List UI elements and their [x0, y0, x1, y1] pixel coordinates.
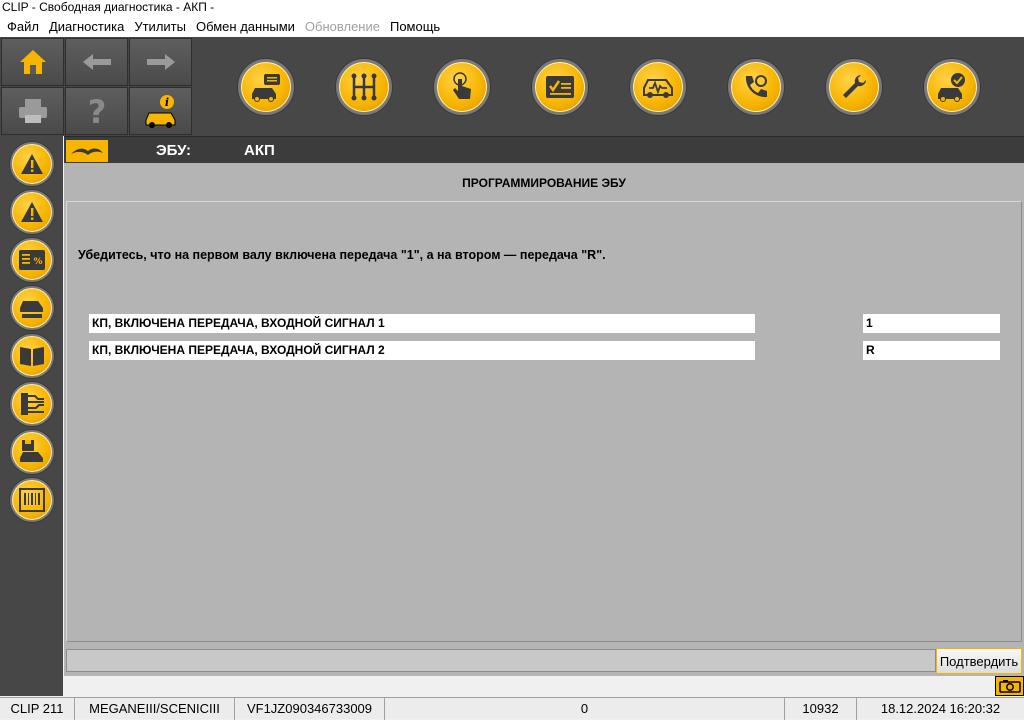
message-line — [66, 649, 936, 672]
sidebar-save-vehicle-button[interactable] — [10, 430, 54, 474]
touch-test-icon — [453, 72, 471, 99]
sidebar-wiring-button[interactable] — [10, 382, 54, 426]
checklist-button[interactable] — [532, 59, 588, 115]
help-button[interactable]: ? — [65, 87, 128, 135]
sidebar-barcode-button[interactable] — [10, 478, 54, 522]
back-arrow-icon — [82, 54, 111, 70]
sidebar-faults-2-button[interactable] — [10, 190, 54, 234]
vehicle-info-icon: i — [145, 95, 175, 128]
renault-logo-icon — [66, 140, 108, 162]
svg-text:%: % — [33, 257, 42, 267]
documentation-book-icon — [20, 347, 44, 366]
ecu-bar: ЭБУ: АКП — [64, 136, 1024, 163]
parameter-label: КП, ВКЛЮЧЕНА ПЕРЕДАЧА, ВХОДНОЙ СИГНАЛ 1 — [89, 314, 755, 333]
help-question-icon: ? — [87, 95, 106, 127]
menu-help[interactable]: Помощь — [385, 18, 445, 36]
menu-update: Обновление — [304, 19, 380, 34]
status-counter: 0 — [385, 698, 785, 720]
phone-support-button[interactable] — [728, 59, 784, 115]
instruction-text: Убедитесь, что на первом валу включена п… — [78, 248, 606, 262]
touch-test-button[interactable] — [434, 59, 490, 115]
menu-bar: Файл Диагностика Утилиты Обмен данными О… — [0, 17, 1024, 37]
status-code: 10932 — [785, 698, 857, 720]
parameter-value: 1 — [863, 314, 1000, 333]
left-sidebar: % — [0, 136, 63, 696]
gearbox-icon — [351, 73, 377, 101]
checklist-icon — [546, 76, 574, 98]
printer-icon — [18, 99, 47, 123]
status-bar: CLIP 211 MEGANEIII/SCENICIII VF1JZ090346… — [0, 697, 1024, 720]
vehicle-diagnostic-button[interactable] — [630, 59, 686, 115]
vehicle-diagnostic-icon — [643, 79, 673, 98]
section-title: ПРОГРАММИРОВАНИЕ ЭБУ — [462, 176, 626, 190]
confirm-button[interactable]: Подтвердить — [936, 648, 1022, 674]
vehicle-states-icon — [20, 301, 43, 318]
menu-diagnostics[interactable]: Диагностика — [44, 18, 129, 36]
status-datetime: 18.12.2024 16:20:32 — [880, 701, 1001, 716]
content-panel: Убедитесь, что на первом валу включена п… — [66, 201, 1022, 642]
save-vehicle-icon — [20, 440, 43, 462]
svg-text:?: ? — [87, 95, 106, 127]
ecu-label: ЭБУ: — [156, 142, 192, 159]
camera-icon — [998, 680, 1021, 693]
menu-file[interactable]: Файл — [2, 18, 44, 36]
window-title: CLIP - Свободная диагностика - АКП - — [0, 0, 1024, 17]
wiring-diagram-icon — [21, 393, 44, 415]
back-button[interactable] — [65, 38, 128, 86]
barcode-icon — [19, 488, 45, 512]
fault-warning-icon-2 — [21, 202, 43, 222]
menu-utilities[interactable]: Утилиты — [129, 18, 191, 36]
phone-support-icon — [745, 75, 767, 98]
toolbar: ? i — [0, 37, 1024, 136]
status-clip-version: CLIP 211 — [0, 698, 75, 720]
ecu-value: АКП — [244, 142, 275, 159]
forward-arrow-icon — [146, 54, 175, 70]
home-button[interactable] — [1, 38, 64, 86]
menu-data-exchange[interactable]: Обмен данными — [191, 18, 300, 36]
gearbox-button[interactable] — [336, 59, 392, 115]
parameter-label: КП, ВКЛЮЧЕНА ПЕРЕДАЧА, ВХОДНОЙ СИГНАЛ 2 — [89, 341, 755, 360]
status-vehicle: MEGANEIII/SCENICIII — [75, 698, 235, 720]
sidebar-faults-button[interactable] — [10, 142, 54, 186]
svg-text:i: i — [164, 96, 168, 109]
vehicle-identification-button[interactable] — [238, 59, 294, 115]
wrench-button[interactable] — [826, 59, 882, 115]
sidebar-parameters-button[interactable]: % — [10, 238, 54, 282]
vehicle-identification-icon — [252, 74, 280, 102]
parameter-value: R — [863, 341, 1000, 360]
sidebar-vehicle-states-button[interactable] — [10, 286, 54, 330]
parameters-icon: % — [19, 250, 45, 270]
vehicle-check-icon — [938, 73, 965, 102]
wrench-icon — [843, 75, 866, 98]
sidebar-documentation-button[interactable] — [10, 334, 54, 378]
home-icon — [19, 50, 46, 74]
screenshot-button[interactable] — [995, 676, 1024, 696]
print-button[interactable] — [1, 87, 64, 135]
fault-warning-icon — [21, 154, 43, 174]
forward-button[interactable] — [129, 38, 192, 86]
main-panel: ЭБУ: АКП ПРОГРАММИРОВАНИЕ ЭБУ Убедитесь,… — [64, 136, 1024, 676]
vehicle-check-button[interactable] — [924, 59, 980, 115]
status-vin: VF1JZ090346733009 — [235, 698, 385, 720]
vehicle-info-button[interactable]: i — [129, 87, 192, 135]
